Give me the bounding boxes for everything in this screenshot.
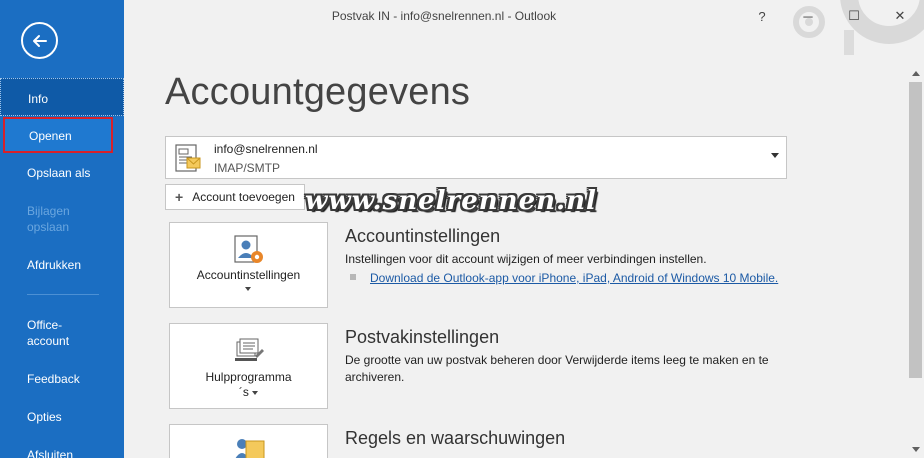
nav-item-office-account[interactable]: Office-account [0,317,85,349]
help-button[interactable]: ? [744,3,780,29]
nav-item-openen[interactable]: Openen [3,117,113,153]
maximize-icon: ☐ [848,8,860,23]
account-settings-tile[interactable]: Accountinstellingen [169,222,328,308]
page-title: Accountgegevens [165,71,471,113]
scroll-down-button[interactable] [907,441,924,458]
bullet-icon [350,274,356,280]
nav-item-opties[interactable]: Opties [0,409,124,425]
help-icon: ? [758,8,766,24]
close-button[interactable]: ✕ [882,3,918,29]
close-icon: ✕ [894,8,906,23]
nav-separator [27,294,99,295]
tools-tile[interactable]: Hulpprogramma ´s [169,323,328,409]
tile-label: Accountinstellingen [196,268,301,282]
section-description: Instellingen voor dit account wijzigen o… [345,252,707,266]
minimize-button[interactable]: ─ [790,3,826,29]
rules-alerts-icon [235,439,265,458]
nav-item-opslaan-als[interactable]: Opslaan als [0,165,124,181]
nav-item-feedback[interactable]: Feedback [0,371,124,387]
scrollbar-thumb[interactable] [909,82,922,378]
nav-item-label: Opties [27,410,62,424]
nav-item-label: Info [28,92,49,106]
title-bar: Postvak IN - info@snelrennen.nl - Outloo… [124,0,924,55]
add-account-button[interactable]: + Account toevoegen [165,184,305,210]
back-arrow-icon [32,34,47,47]
account-email: info@snelrennen.nl [214,142,318,156]
account-selector[interactable]: info@snelrennen.nl IMAP/SMTP [165,136,787,179]
account-settings-icon [234,235,263,263]
back-button[interactable] [21,22,58,59]
section-title-regels: Regels en waarschuwingen [345,428,566,448]
nav-item-bijlagen-opslaan: Bijlagen opslaan [0,203,90,235]
tile-label: Hulpprogramma [205,370,292,384]
account-type: IMAP/SMTP [214,161,281,175]
nav-item-label: Opslaan als [27,166,91,180]
nav-item-afsluiten[interactable]: Afsluiten [0,447,124,458]
window-title: Postvak IN - info@snelrennen.nl - Outloo… [331,9,557,23]
nav-item-label: Openen [29,129,72,143]
account-card-icon [175,144,201,172]
nav-item-label: Feedback [27,372,80,386]
outlook-app-download-link[interactable]: Download de Outlook-app voor iPhone, iPa… [370,271,778,285]
nav-item-info[interactable]: Info [0,78,124,116]
backstage-sidebar: Info Openen Opslaan als Bijlagen opslaan… [0,0,124,458]
nav-item-label: Bijlagen opslaan [27,204,70,234]
section-title-accountinstellingen: Accountinstellingen [345,226,501,246]
chevron-up-icon [911,70,920,76]
plus-icon: + [175,189,184,205]
watermark: www.snelrennen.nl [305,186,597,216]
section-description: De grootte van uw postvak beheren door V… [345,353,769,384]
add-account-label: Account toevoegen [192,190,295,204]
nav-item-label: Afdrukken [27,258,82,272]
nav-item-label: Afsluiten [27,448,74,458]
chevron-down-icon [911,446,920,452]
nav-item-afdrukken[interactable]: Afdrukken [0,257,124,273]
rules-tile[interactable] [169,424,328,458]
mailbox-tools-icon [235,338,264,361]
chevron-down-icon [245,287,251,291]
minimize-icon: ─ [803,8,813,24]
dropdown-caret-icon [771,153,779,158]
section-title-postvakinstellingen: Postvakinstellingen [345,327,500,347]
maximize-button[interactable]: ☐ [836,3,872,29]
scroll-up-button[interactable] [907,64,924,81]
chevron-down-icon [252,390,259,395]
nav-item-label: Office-account [27,318,70,348]
tile-label-second-line: ´s [170,385,327,399]
